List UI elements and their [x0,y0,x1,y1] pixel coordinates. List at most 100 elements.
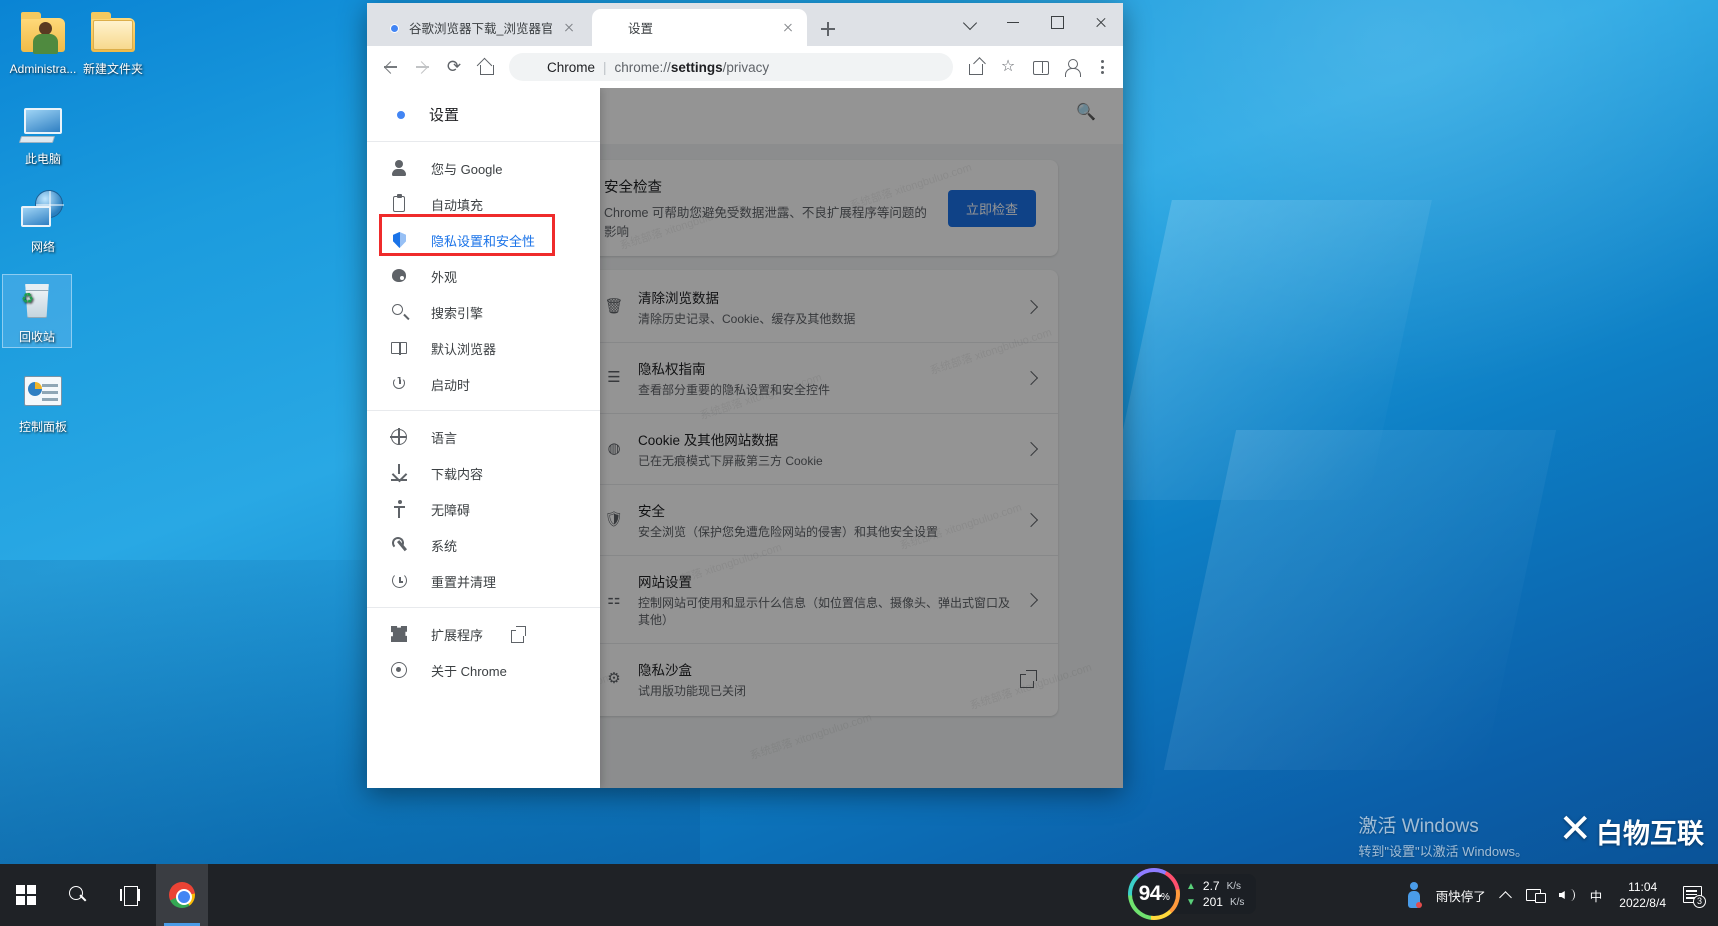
sidebar-item-you-and-google[interactable]: 您与 Google [367,150,600,186]
desktop-icon-label: 回收站 [19,330,55,344]
power-icon [389,374,409,394]
windows-activation-watermark: 激活 Windows 转到"设置"以激活 Windows。 [1358,811,1528,860]
sidebar-item-accessibility[interactable]: 无障碍 [367,491,600,527]
tab-close-icon[interactable] [779,19,797,37]
taskbar-left [0,864,208,926]
desktop-icon-this-pc[interactable]: 此电脑 [6,100,80,166]
volume-tray-icon[interactable] [1551,864,1583,926]
arrow-down-icon: ▼ [1186,897,1196,908]
sidebar-item-label: 启动时 [431,375,470,394]
external-link-icon [511,627,525,641]
sidebar-item-system[interactable]: 系统 [367,527,600,563]
tab-title: 设置 [628,18,771,37]
desktop-icon-network[interactable]: 网络 [6,188,80,254]
person-icon [389,158,409,178]
profile-avatar-icon[interactable] [1057,52,1087,82]
sidebar-item-label: 关于 Chrome [431,661,507,680]
ime-assistant-icon[interactable] [1399,864,1429,926]
sidebar-item-search-engine[interactable]: 搜索引擎 [367,294,600,330]
ime-status-label[interactable]: 雨快停了 [1429,864,1493,926]
chrome-taskbar-button[interactable] [156,864,208,926]
chrome-icon [169,882,195,908]
ime-mode-indicator[interactable]: 中 [1583,864,1610,926]
sidebar-item-languages[interactable]: 语言 [367,419,600,455]
desktop-icon-control-panel[interactable]: 控制面板 [6,368,80,434]
sidebar-item-about-chrome[interactable]: 关于 Chrome [367,652,600,688]
sidebar-item-privacy-and-security[interactable]: 隐私设置和安全性 [367,222,600,258]
search-button[interactable] [52,864,104,926]
back-button[interactable] [375,52,405,82]
sidebar-item-default-browser[interactable]: 默认浏览器 [367,330,600,366]
clock-time: 11:04 [1619,879,1666,895]
chrome-menu-icon[interactable] [1089,52,1115,82]
sidebar-item-label: 搜索引擎 [431,303,483,322]
browser-tab-2[interactable]: 设置 [592,9,807,46]
forward-button[interactable] [407,52,437,82]
share-icon[interactable] [961,52,991,82]
show-hidden-icons-button[interactable] [1493,864,1519,926]
address-bar[interactable]: Chrome | chrome://settings/privacy [509,53,953,81]
sidebar-item-extensions[interactable]: 扩展程序 [367,616,600,652]
desktop-icon-administrator[interactable]: Administra... [6,10,80,76]
maximize-button[interactable] [1035,6,1079,38]
clock[interactable]: 11:04 2022/8/4 [1609,879,1676,911]
drawer-group-3: 扩展程序 关于 Chrome [367,607,600,696]
desktop-icon-recycle-bin[interactable]: ♻ 回收站 [3,275,71,347]
sidebar-item-autofill[interactable]: 自动填充 [367,186,600,222]
window-icon [389,338,409,358]
desktop-icon-label: 网络 [31,240,55,254]
chevron-down-icon[interactable] [951,6,991,38]
sidebar-item-reset-and-cleanup[interactable]: 重置并清理 [367,563,600,599]
browser-tab-1[interactable]: 谷歌浏览器下载_浏览器官网入口 [373,9,588,46]
new-tab-button[interactable] [815,16,841,42]
search-icon [389,302,409,322]
desktop-icon-label: 控制面板 [19,420,67,434]
network-tray-icon[interactable] [1519,864,1551,926]
shield-icon [389,230,409,250]
upload-speed-value: 2.7 [1203,879,1220,893]
puzzle-icon [389,624,409,644]
sidebar-item-on-startup[interactable]: 启动时 [367,366,600,402]
home-icon[interactable] [471,52,501,82]
settings-navigation-drawer: 设置 您与 Google 自动填充 隐私设置和安全性 [367,88,600,788]
action-center-button[interactable]: 3 [1676,864,1710,926]
bookmark-star-icon[interactable]: ☆ [993,52,1023,82]
task-view-icon [120,886,140,904]
wallpaper-sweep-1 [1108,200,1432,500]
sidebar-item-downloads[interactable]: 下载内容 [367,455,600,491]
sidebar-item-label: 扩展程序 [431,625,483,644]
side-panel-icon[interactable] [1025,52,1055,82]
desktop-icon-label: 此电脑 [25,152,61,166]
browser-toolbar: ⟳ Chrome | chrome://settings/privacy ☆ [367,46,1123,88]
drawer-group-2: 语言 下载内容 无障碍 系统 [367,410,600,607]
site-watermark-text: 白物互联 [1596,812,1704,851]
sidebar-item-label: 自动填充 [431,195,483,214]
upload-speed-line: ▲ 2.7 K/s [1186,879,1244,893]
control-panel-icon [19,368,67,416]
windows-logo-icon [16,885,36,905]
sidebar-item-appearance[interactable]: 外观 [367,258,600,294]
task-view-button[interactable] [104,864,156,926]
about-icon [389,660,409,680]
omnibox-url: chrome://settings/privacy [615,60,770,75]
sidebar-item-label: 您与 Google [431,159,503,178]
system-tray: 雨快停了 中 11:04 2022/8/4 3 [1399,864,1718,926]
notifications-icon: 3 [1683,886,1703,904]
chrome-shield-icon [523,59,539,75]
sidebar-item-label: 语言 [431,428,457,447]
minimize-button[interactable] [991,6,1035,38]
tab-strip: 谷歌浏览器下载_浏览器官网入口 设置 [367,3,1123,46]
chrome-icon [385,20,401,36]
gear-icon [604,20,620,36]
start-button[interactable] [0,864,52,926]
notification-count-badge: 3 [1693,895,1706,908]
network-globe-icon [19,188,67,236]
close-button[interactable] [1079,6,1123,38]
reload-icon[interactable]: ⟳ [439,52,469,82]
network-monitor-widget[interactable]: 94% ▲ 2.7 K/s ▼ 201 K/s [1128,868,1256,920]
tab-close-icon[interactable] [560,19,578,37]
desktop-icon-new-folder[interactable]: 新建文件夹 [76,10,150,76]
arrow-up-icon: ▲ [1186,881,1196,892]
download-speed-line: ▼ 201 K/s [1186,895,1244,909]
window-controls [951,3,1123,41]
